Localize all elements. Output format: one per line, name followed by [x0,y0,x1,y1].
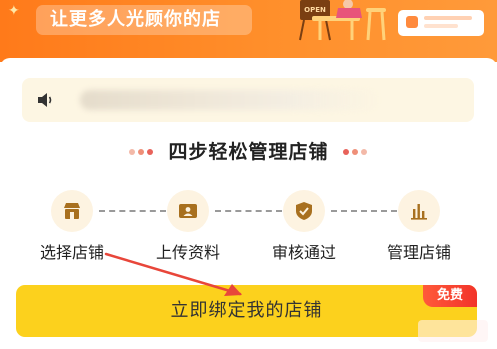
sparkle-icon: ✦ [8,3,20,19]
notice-bar[interactable] [22,78,474,122]
step-3-icon-circle [283,190,325,232]
shop-illustration: OPEN [299,0,484,41]
step-2-label: 上传资料 [155,243,220,262]
bind-store-button-label: 立即绑定我的店铺 [170,300,323,321]
step-connector-1 [99,210,166,212]
open-sign-text: OPEN [304,6,326,14]
step-connector-2 [215,210,282,212]
id-card-icon [179,204,197,218]
app-screen: ✦ 让更多人光顾你的店 OPEN 四步轻松管理店铺 选择店铺 上传资料 审核通过… [0,0,497,349]
step-4-label: 管理店铺 [386,243,451,262]
notice-text-blurred [80,90,380,110]
bind-store-button[interactable]: 立即绑定我的店铺 [16,285,477,337]
free-badge: 免费 [423,285,477,307]
watermark [418,320,488,342]
section-title: 四步轻松管理店铺 [168,141,329,163]
title-deco-right [343,149,367,155]
step-3-label: 审核通过 [271,243,336,262]
step-4-icon-circle [398,190,440,232]
speaker-icon [38,93,52,107]
store-icon [64,203,80,219]
step-1-icon-circle [51,190,93,232]
step-2-icon-circle [167,190,209,232]
banner-slogan: 让更多人光顾你的店 [50,9,221,30]
promo-banner[interactable]: ✦ 让更多人光顾你的店 OPEN [0,0,497,62]
step-connector-3 [331,210,397,212]
shield-check-icon [296,202,312,220]
bar-chart-icon [411,204,427,220]
step-1-label: 选择店铺 [39,243,104,262]
